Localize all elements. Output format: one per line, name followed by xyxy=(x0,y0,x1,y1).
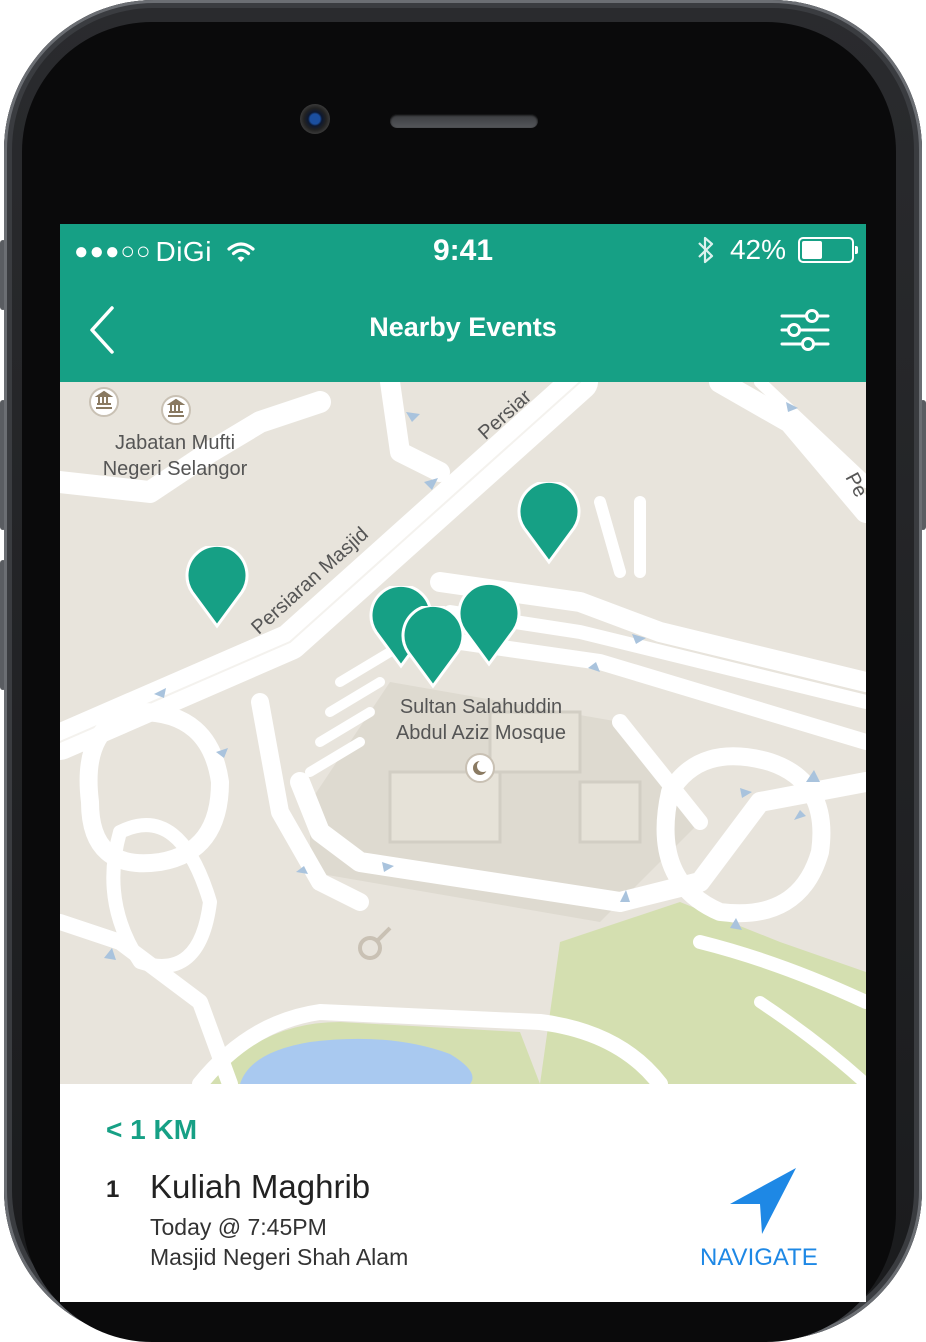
distance-label: < 1 KM xyxy=(106,1114,198,1145)
app-screen: ●●●○○ DiGi 9:41 42% Nearby Events Jabata… xyxy=(60,224,866,1302)
battery-icon xyxy=(798,237,858,263)
front-camera xyxy=(300,104,330,134)
map-label-mosque: Sultan Salahuddin Abdul Aziz Mosque xyxy=(395,696,567,744)
navigation-bar: Nearby Events xyxy=(60,280,866,382)
event-marker[interactable] xyxy=(184,546,250,630)
event-marker[interactable] xyxy=(516,482,582,566)
status-right: 42% xyxy=(696,234,858,266)
filter-button[interactable] xyxy=(778,306,832,354)
sliders-icon xyxy=(780,309,830,351)
bluetooth-icon xyxy=(698,236,714,264)
event-detail-sheet: < 1 KM 1 Kuliah Maghrib Today @ 7:45PM M… xyxy=(60,1084,866,1302)
earpiece-speaker xyxy=(390,114,538,128)
map-label-agency: Jabatan Mufti Negeri Selangor xyxy=(102,432,248,480)
event-title[interactable]: Kuliah Maghrib xyxy=(150,1168,370,1206)
event-index: 1 xyxy=(106,1176,120,1203)
navigation-arrow-icon[interactable] xyxy=(724,1164,800,1240)
page-title: Nearby Events xyxy=(369,312,557,342)
map-view[interactable]: Jabatan Mufti Negeri Selangor Sultan Sal… xyxy=(60,382,866,1084)
event-time: Today @ 7:45PM xyxy=(150,1214,327,1240)
status-bar: ●●●○○ DiGi 9:41 42% xyxy=(60,224,866,280)
event-marker-selected[interactable] xyxy=(400,606,466,690)
battery-percent: 42% xyxy=(729,234,786,265)
phone-frame: ●●●○○ DiGi 9:41 42% Nearby Events Jabata… xyxy=(0,0,926,1342)
navigate-button[interactable]: NAVIGATE xyxy=(700,1244,818,1272)
event-location: Masjid Negeri Shah Alam xyxy=(150,1244,409,1270)
